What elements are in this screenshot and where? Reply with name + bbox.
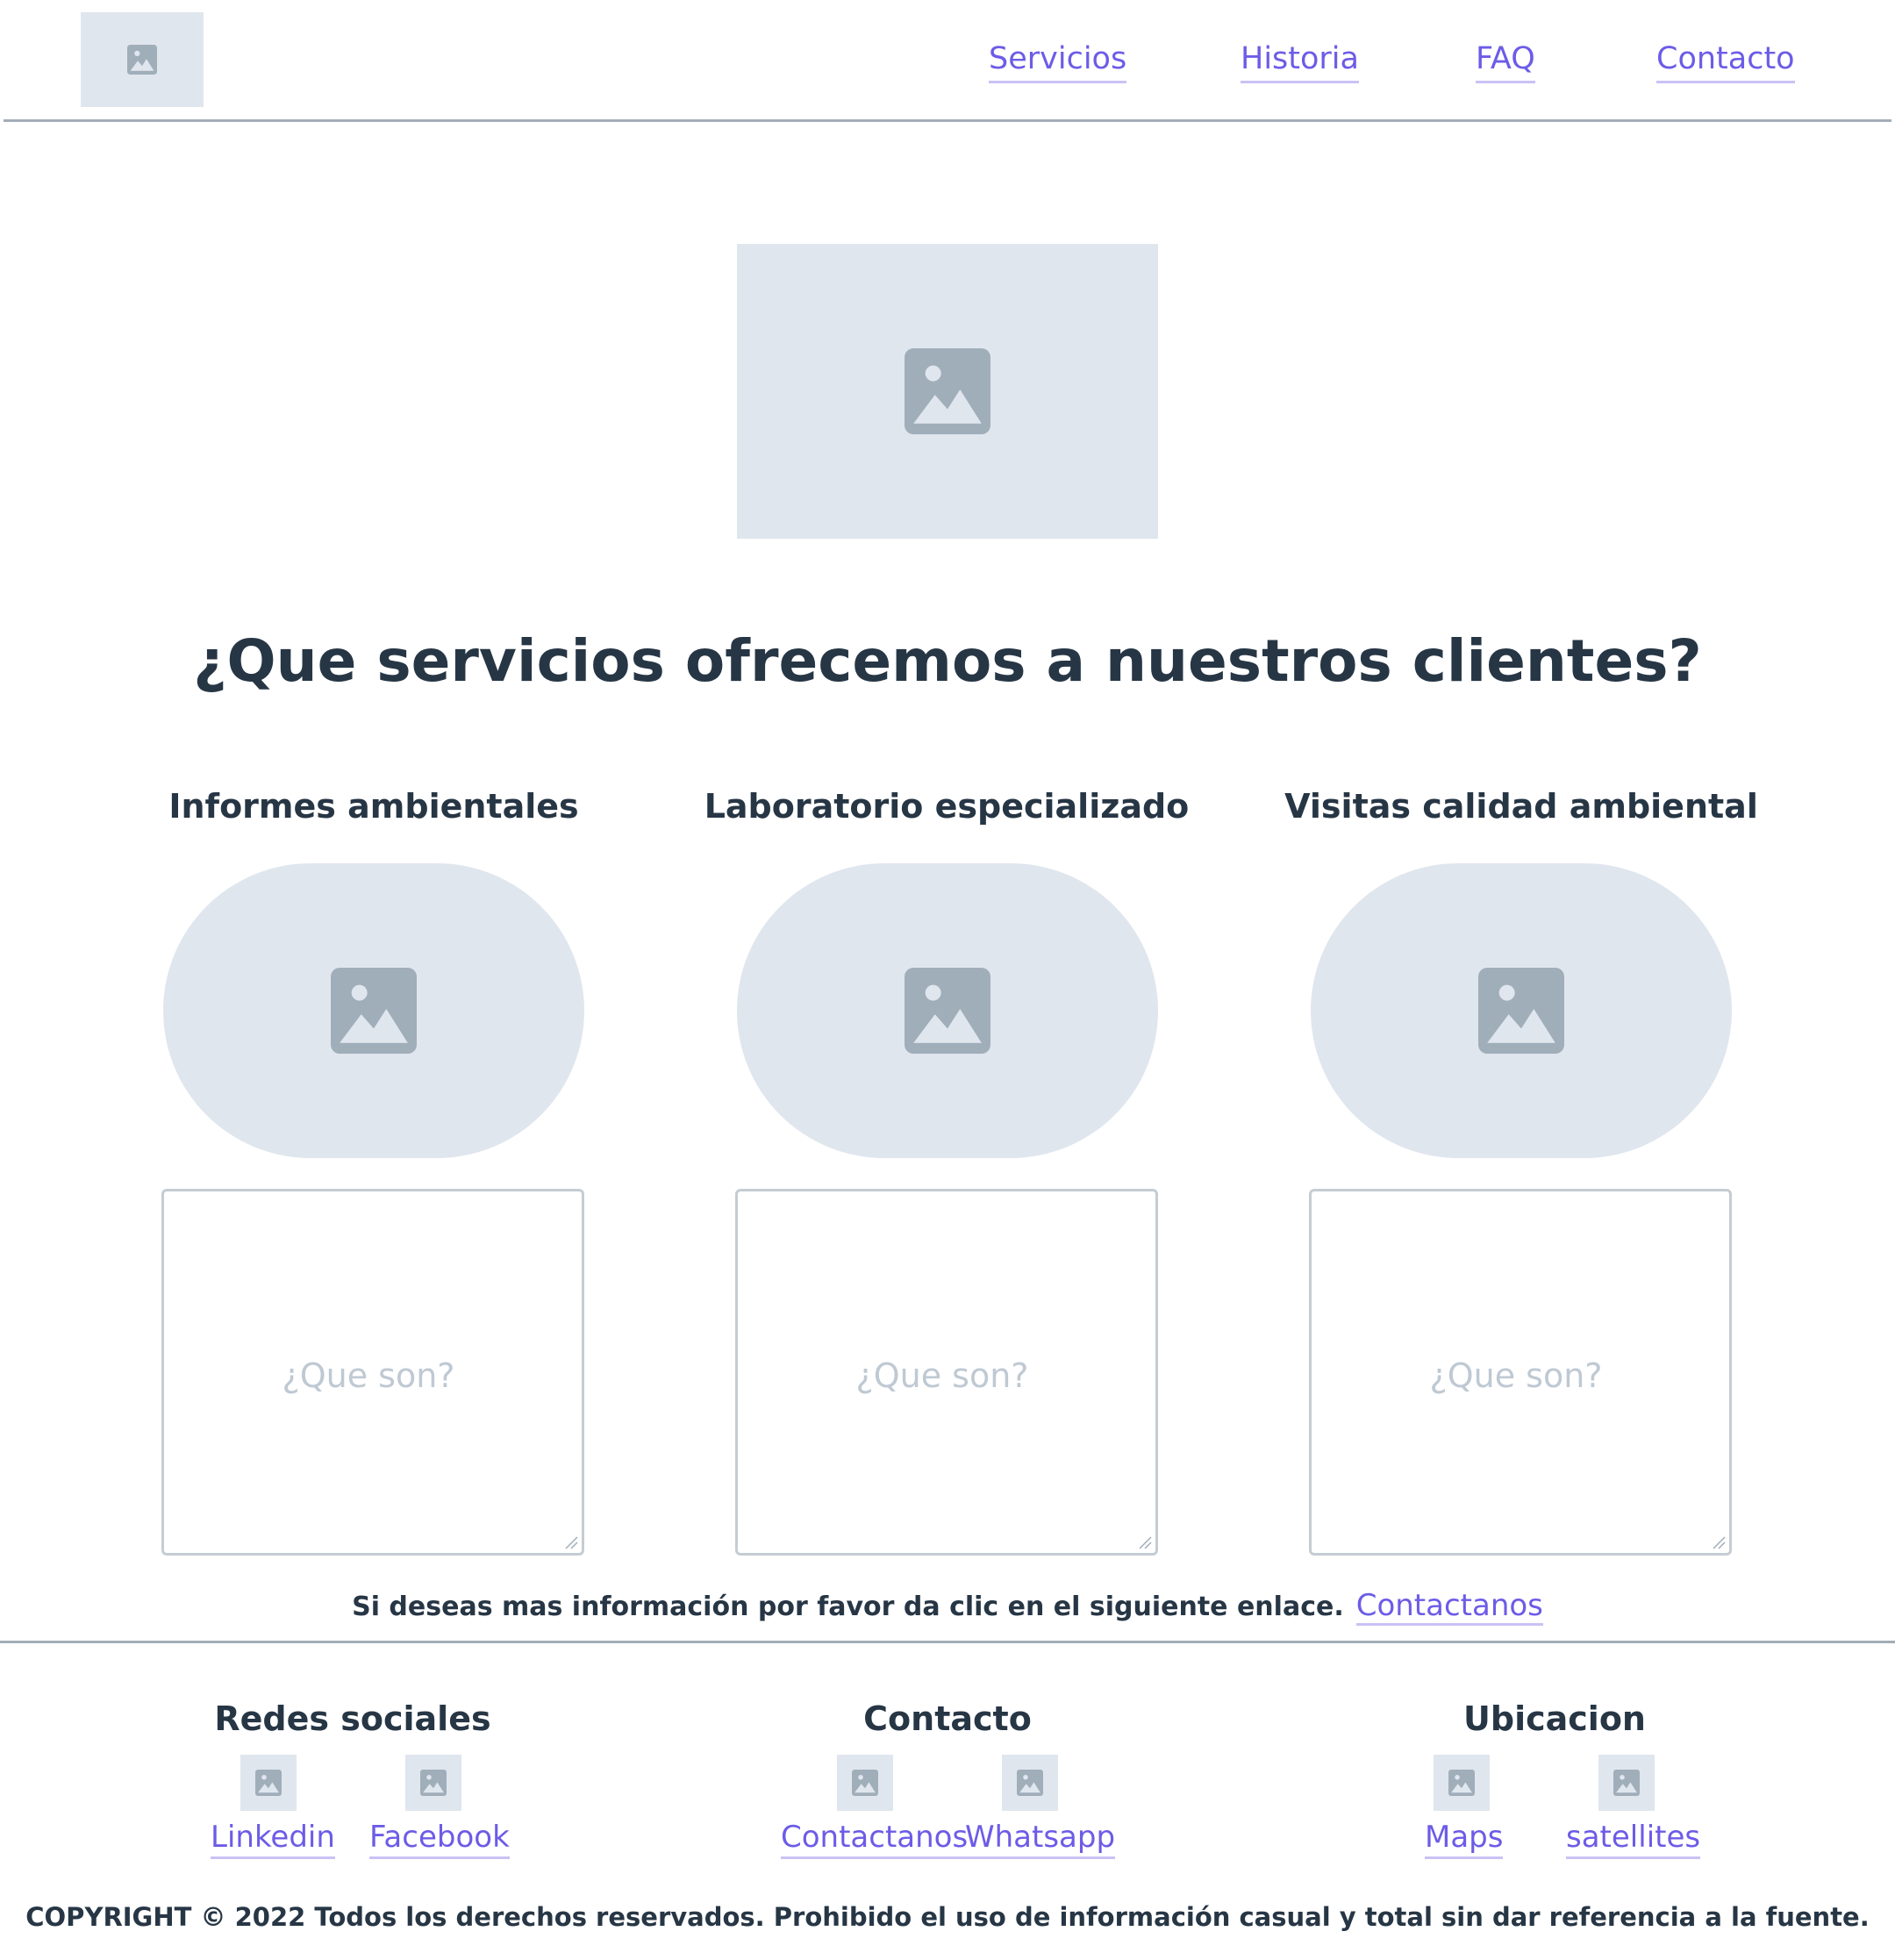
textarea-placeholder: ¿Que son? — [855, 1356, 1029, 1395]
image-placeholder-icon — [420, 1770, 447, 1796]
more-info-text: Si deseas mas información por favor da c… — [352, 1592, 1344, 1622]
nav-link-servicios[interactable]: Servicios — [989, 39, 1127, 83]
image-placeholder-icon — [1478, 968, 1564, 1054]
resize-handle-icon[interactable] — [1712, 1535, 1726, 1549]
more-info: Si deseas mas información por favor da c… — [0, 1586, 1895, 1627]
image-placeholder-icon — [127, 45, 157, 75]
image-placeholder-icon — [905, 968, 990, 1054]
nav-link-faq[interactable]: FAQ — [1476, 39, 1535, 83]
logo — [81, 12, 204, 107]
service-description-textarea[interactable]: ¿Que son? — [1309, 1189, 1732, 1556]
service-description-textarea[interactable]: ¿Que son? — [735, 1189, 1158, 1556]
footer-link-satellites[interactable]: satellites — [1566, 1818, 1701, 1859]
hero-image — [737, 244, 1158, 539]
footer-link-facebook[interactable]: Facebook — [369, 1818, 510, 1859]
whatsapp-icon[interactable] — [1002, 1755, 1058, 1811]
service-title: Visitas calidad ambiental — [1284, 787, 1758, 826]
service-image — [163, 863, 584, 1158]
image-placeholder-icon — [1017, 1770, 1043, 1796]
service-description-textarea[interactable]: ¿Que son? — [161, 1189, 584, 1556]
image-placeholder-icon — [1613, 1770, 1640, 1796]
footer-link-whatsapp[interactable]: Whatsapp — [965, 1818, 1116, 1859]
service-title: Informes ambientales — [168, 787, 579, 826]
footer-title-location: Ubicacion — [1463, 1699, 1646, 1738]
nav-link-contacto[interactable]: Contacto — [1656, 39, 1795, 83]
image-placeholder-icon — [255, 1770, 282, 1796]
satellites-icon[interactable] — [1598, 1755, 1655, 1811]
facebook-icon[interactable] — [405, 1755, 461, 1811]
nav-link-historia[interactable]: Historia — [1241, 39, 1359, 83]
image-placeholder-icon — [331, 968, 417, 1054]
contact-icon[interactable] — [837, 1755, 893, 1811]
service-image — [1311, 863, 1732, 1158]
maps-icon[interactable] — [1434, 1755, 1490, 1811]
resize-handle-icon[interactable] — [564, 1535, 578, 1549]
image-placeholder-icon — [852, 1770, 878, 1796]
header-divider — [4, 119, 1891, 122]
image-placeholder-icon — [905, 348, 990, 434]
image-placeholder-icon — [1448, 1770, 1475, 1796]
service-title: Laboratorio especializado — [704, 787, 1190, 826]
page-title: ¿Que servicios ofrecemos a nuestros clie… — [193, 627, 1702, 695]
textarea-placeholder: ¿Que son? — [1429, 1356, 1603, 1395]
more-info-contact-link[interactable]: Contactanos — [1355, 1588, 1543, 1626]
footer-link-linkedin[interactable]: Linkedin — [211, 1818, 335, 1859]
footer-link-contactanos[interactable]: Contactanos — [781, 1818, 969, 1859]
footer-link-maps[interactable]: Maps — [1425, 1818, 1504, 1859]
linkedin-icon[interactable] — [240, 1755, 297, 1811]
footer-title-social: Redes sociales — [214, 1699, 491, 1738]
service-image — [737, 863, 1158, 1158]
footer-divider — [0, 1641, 1895, 1643]
textarea-placeholder: ¿Que son? — [282, 1356, 455, 1395]
copyright-text: COPYRIGHT © 2022 Todos los derechos rese… — [25, 1902, 1870, 1932]
footer-title-contact: Contacto — [863, 1699, 1032, 1738]
resize-handle-icon[interactable] — [1138, 1535, 1152, 1549]
